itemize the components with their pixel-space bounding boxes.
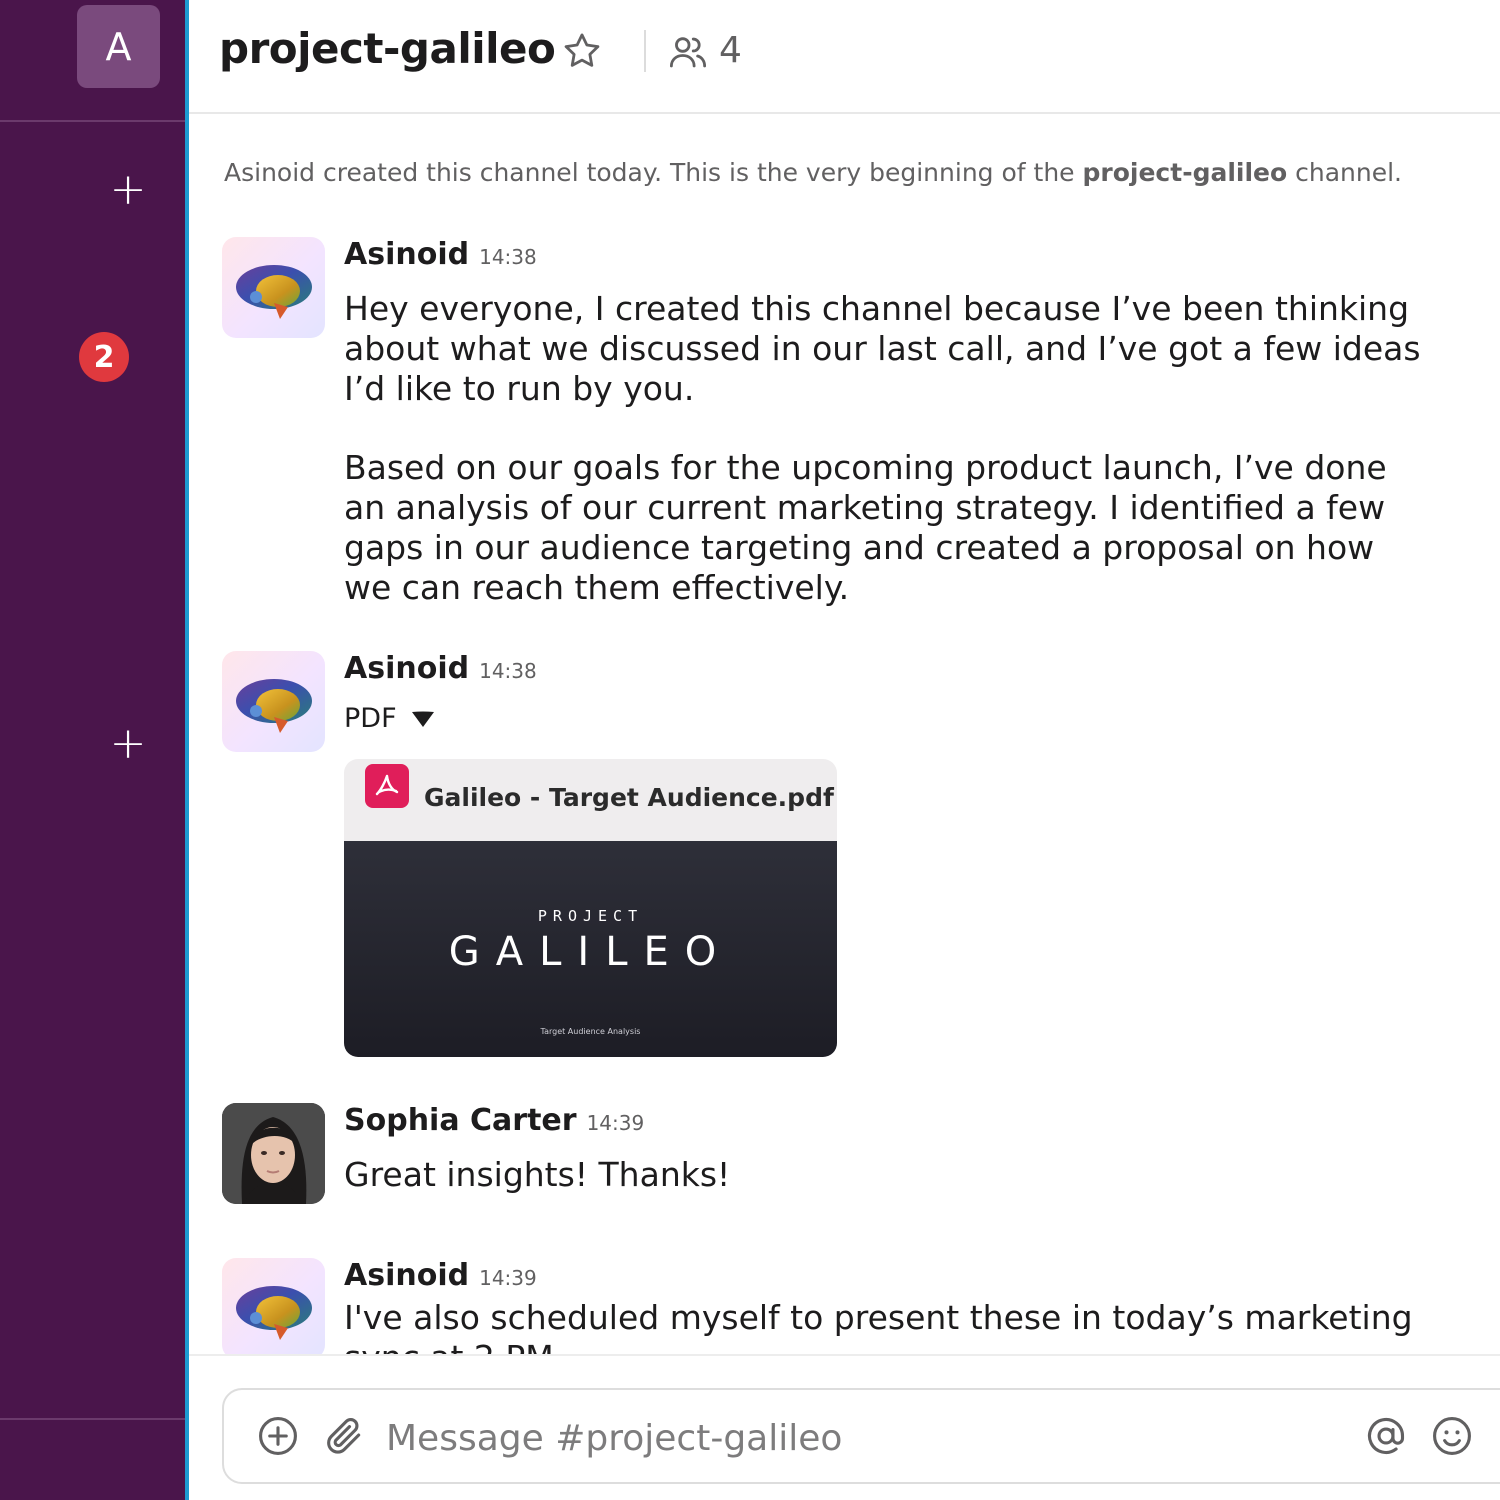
message-header: Asinoid 14:38 [344,651,537,686]
message-text: Great insights! Thanks! [344,1155,1424,1195]
unread-badge[interactable]: 2 [79,332,129,382]
workspace-avatar[interactable]: A [77,5,160,88]
paperclip-icon[interactable] [322,1414,366,1458]
message-input[interactable] [386,1412,1346,1464]
attachment-toggle[interactable]: PDF [344,703,435,734]
brain-icon [236,1286,312,1340]
pdf-icon [365,764,409,808]
emoji-icon[interactable] [1430,1414,1474,1458]
avatar[interactable] [222,237,325,338]
file-preview[interactable]: PROJECT GALILEO Target Audience Analysis [344,841,837,1057]
intro-channel-name: project-galileo [1082,158,1288,187]
message-paragraph: Great insights! Thanks! [344,1155,731,1194]
message-header: Sophia Carter 14:39 [344,1103,644,1138]
workspace-sidebar: A + 2 + [0,0,185,1500]
message-header: Asinoid 14:39 [344,1258,537,1293]
timestamp[interactable]: 14:38 [479,659,537,683]
avatar[interactable] [222,1103,325,1204]
channel-header: project-galileo 4 [189,0,1500,114]
file-attachment[interactable]: Galileo - Target Audience.pdf PROJECT GA… [344,759,837,1057]
brain-icon [236,679,312,733]
author-name[interactable]: Asinoid [344,237,469,272]
message-paragraph: Hey everyone, I created this channel bec… [344,289,1421,408]
avatar[interactable] [222,651,325,752]
author-name[interactable]: Asinoid [344,1258,469,1293]
sidebar-divider-bottom [0,1418,185,1420]
message-paragraph: Based on our goals for the upcoming prod… [344,448,1387,607]
file-name[interactable]: Galileo - Target Audience.pdf [424,783,834,812]
preview-title: GALILEO [448,929,733,975]
intro-prefix: Asinoid created this channel today. This… [224,158,1083,187]
message: Sophia Carter 14:39 Great insights! Thank… [222,1103,1440,1213]
file-header: Galileo - Target Audience.pdf [344,759,837,841]
channel-intro: Asinoid created this channel today. This… [224,158,1402,187]
message-composer[interactable] [222,1388,1500,1484]
add-workspace-plus-icon[interactable]: + [108,168,148,212]
timestamp[interactable]: 14:39 [479,1266,537,1290]
header-separator [644,30,646,72]
member-count[interactable]: 4 [719,30,742,71]
message: Asinoid 14:38 Hey everyone, I created thi… [222,237,1440,617]
star-icon[interactable] [561,30,603,72]
channel-title[interactable]: project-galileo [219,24,556,73]
intro-suffix: channel. [1287,158,1403,187]
add-circle-icon[interactable] [256,1414,300,1458]
preview-kicker: PROJECT [537,907,644,925]
timestamp[interactable]: 14:38 [479,245,537,269]
brain-icon [236,265,312,319]
timestamp[interactable]: 14:39 [587,1111,645,1135]
preview-subtitle: Target Audience Analysis [540,1027,641,1036]
caret-down-icon[interactable] [411,709,435,729]
active-pane-indicator [185,0,189,1500]
author-name[interactable]: Asinoid [344,651,469,686]
message: Asinoid 14:38 PDF Galileo - Target Audien… [222,651,1440,1061]
author-name[interactable]: Sophia Carter [344,1103,577,1138]
at-icon[interactable] [1364,1414,1408,1458]
message-header: Asinoid 14:38 [344,237,537,272]
user-photo [222,1103,325,1204]
members-icon[interactable] [667,31,709,73]
attachment-label: PDF [344,703,397,734]
add-item-plus-icon[interactable]: + [108,722,148,766]
avatar[interactable] [222,1258,325,1359]
message-text: Hey everyone, I created this channel bec… [344,289,1424,608]
sidebar-divider [0,120,185,122]
